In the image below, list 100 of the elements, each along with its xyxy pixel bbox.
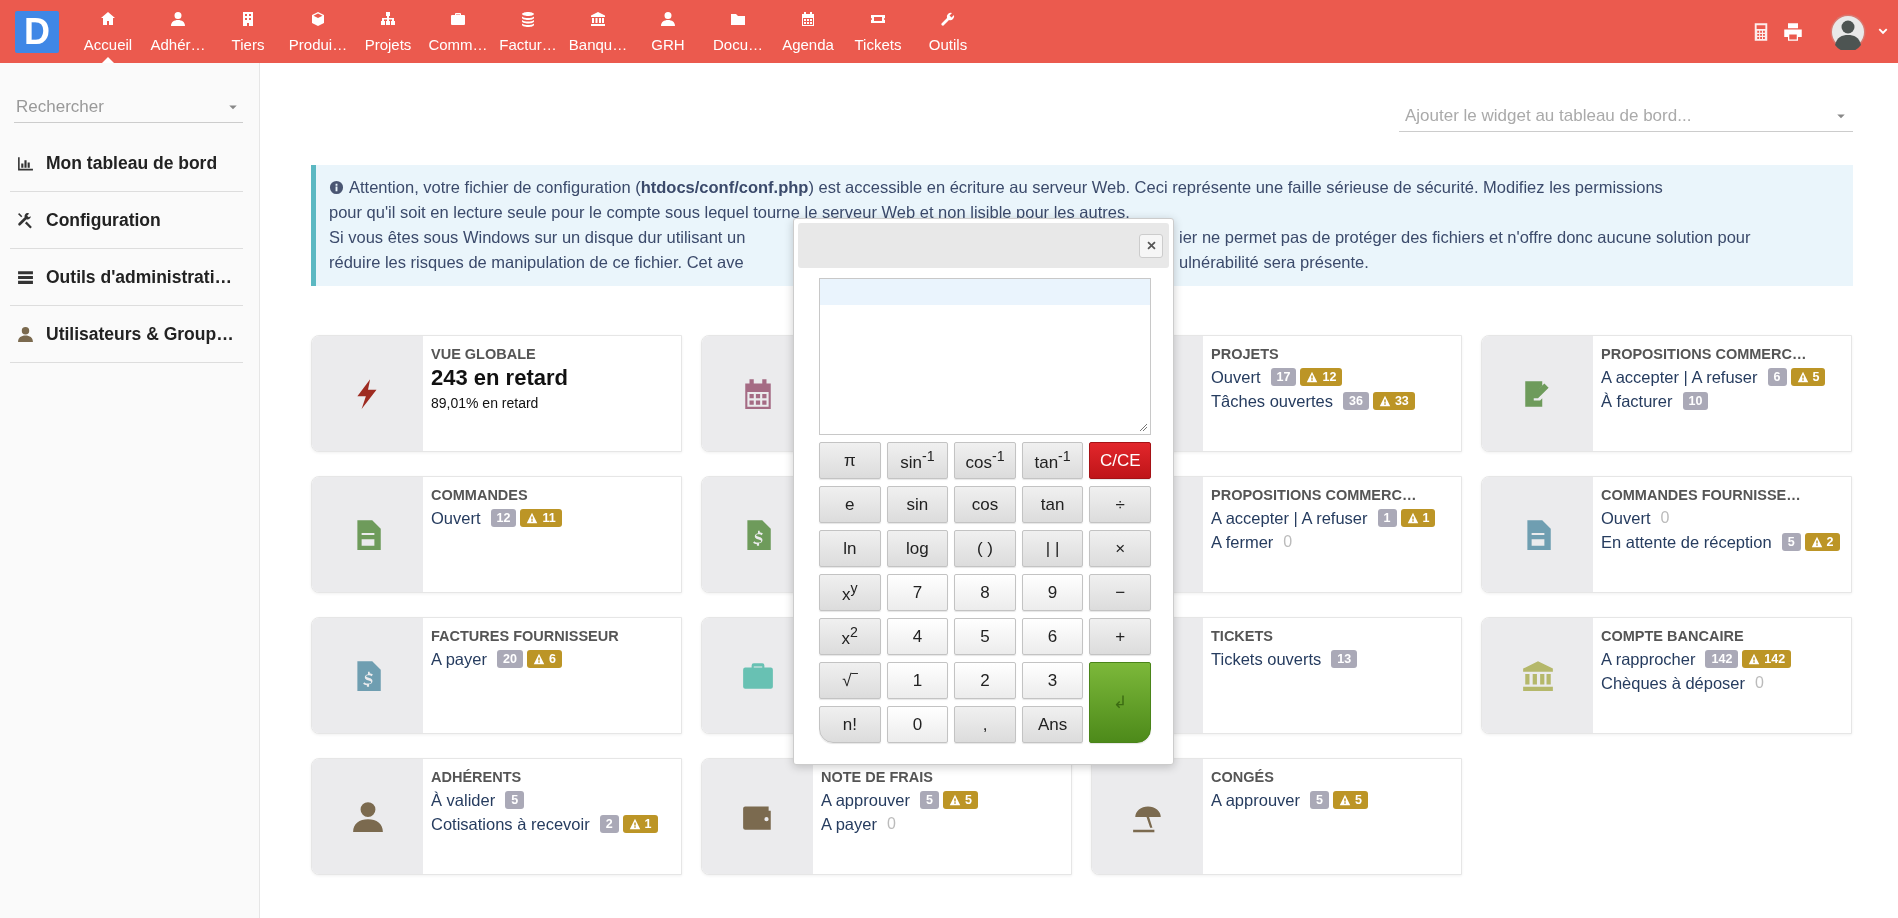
- card-link[interactable]: Tâches ouvertes: [1211, 391, 1333, 411]
- stat-subtext: 89,01% en retard: [431, 395, 539, 411]
- calculator-key[interactable]: 9: [1021, 574, 1084, 611]
- card-link[interactable]: A fermer: [1211, 532, 1274, 552]
- calculator-key[interactable]: −: [1089, 574, 1151, 611]
- sidebar-item[interactable]: Utilisateurs & Group…: [10, 306, 243, 363]
- count-badge: 13: [1331, 650, 1358, 668]
- logo[interactable]: D: [15, 10, 59, 53]
- stat-value[interactable]: 243 en retard: [431, 365, 568, 391]
- calculator-key[interactable]: 0: [886, 706, 949, 743]
- card-link[interactable]: A approuver: [821, 790, 910, 810]
- card-link[interactable]: Ouvert: [1601, 508, 1651, 528]
- sidebar-label: Utilisateurs & Group…: [46, 323, 234, 345]
- bar-chart-icon: [17, 154, 34, 172]
- card-link[interactable]: Cotisations à recevoir: [431, 814, 590, 834]
- calculator-key[interactable]: 6: [1021, 618, 1084, 655]
- warning-icon: [1796, 371, 1809, 383]
- sidebar-item[interactable]: Outils d'administrati…: [10, 249, 243, 306]
- calculator-key[interactable]: | |: [1021, 530, 1084, 567]
- calculator-key[interactable]: cos: [954, 486, 1016, 523]
- calculator-key[interactable]: 5: [954, 618, 1016, 655]
- calculator-key[interactable]: tan: [1021, 486, 1084, 523]
- warning-count: 33: [1394, 394, 1409, 408]
- sidebar-item[interactable]: Mon tableau de bord: [10, 135, 243, 192]
- user-icon: [350, 799, 385, 834]
- count-text: 0: [1660, 509, 1670, 527]
- card-title: PROPOSITIONS COMMERC…: [1601, 346, 1807, 362]
- sidebar-label: Configuration: [46, 209, 161, 231]
- calculator-key[interactable]: cos$^{-1}$: [954, 442, 1016, 479]
- count-badge: 142: [1705, 650, 1739, 668]
- calculator-key[interactable]: ×: [1089, 530, 1151, 567]
- calculator-key[interactable]: ÷: [1089, 486, 1151, 523]
- card-link[interactable]: Ouvert: [1211, 367, 1261, 387]
- card-link[interactable]: A accepter | A refuser: [1211, 508, 1368, 528]
- count-badge: 5: [920, 791, 939, 809]
- warning-icon: [628, 818, 641, 830]
- warning-count: 2: [1826, 535, 1834, 549]
- calculator-key[interactable]: C/CE: [1089, 442, 1151, 479]
- warning-count: 5: [964, 793, 972, 807]
- calculator-key[interactable]: tan$^{-1}$: [1021, 442, 1084, 479]
- warning-count: 12: [1322, 370, 1337, 384]
- calculator-key[interactable]: e: [819, 486, 881, 523]
- alert-text: réduire les risques de manipulation de ce fichier. Cet ave: [329, 253, 745, 272]
- calculator-key[interactable]: 2: [954, 662, 1016, 699]
- printer-icon[interactable]: [1783, 20, 1803, 43]
- count-badge: 5: [1781, 533, 1801, 551]
- avatar-icon[interactable]: [1830, 13, 1866, 50]
- card-link[interactable]: Ouvert: [431, 508, 481, 528]
- calculator-key[interactable]: +: [1089, 618, 1151, 655]
- card-link[interactable]: A payer: [431, 649, 487, 669]
- calculator-key[interactable]: 4: [886, 618, 949, 655]
- calculator-key[interactable]: ln: [819, 530, 881, 567]
- calculator-key[interactable]: 7: [886, 574, 949, 611]
- sidebar-item[interactable]: Configuration: [10, 192, 243, 249]
- count-badge: 12: [490, 509, 517, 527]
- warning-count: 6: [548, 652, 556, 666]
- count-badge: 36: [1343, 392, 1369, 410]
- calculator-key[interactable]: 8: [954, 574, 1016, 611]
- card-link[interactable]: À facturer: [1601, 391, 1673, 411]
- count-text: 0: [1283, 533, 1293, 551]
- card-link[interactable]: A payer: [821, 814, 877, 834]
- card-title: VUE GLOBALE: [431, 346, 536, 362]
- bank-icon: [590, 11, 606, 27]
- card-link[interactable]: A rapprocher: [1601, 649, 1696, 669]
- close-button[interactable]: [1139, 233, 1163, 258]
- calculator-key[interactable]: x$^{2}$: [819, 618, 881, 655]
- card-title: PROJETS: [1211, 346, 1279, 362]
- card-link[interactable]: A approuver: [1211, 790, 1300, 810]
- card-link[interactable]: À valider: [431, 790, 496, 810]
- calculator-key[interactable]: π: [819, 442, 881, 479]
- card-title: COMPTE BANCAIRE: [1601, 628, 1744, 644]
- warning-count: 5: [1354, 793, 1362, 807]
- card-title: ADHÉRENTS: [431, 769, 522, 785]
- card-link[interactable]: Tickets ouverts: [1211, 649, 1322, 669]
- calculator-key[interactable]: ( ): [954, 530, 1016, 567]
- calculator-key[interactable]: 1: [886, 662, 949, 699]
- count-badge: 20: [496, 650, 523, 668]
- display-field[interactable]: [819, 278, 1151, 435]
- warning-icon: [948, 794, 961, 806]
- card-link[interactable]: Chèques à déposer: [1601, 673, 1746, 693]
- calculator-key[interactable]: √‾: [819, 662, 881, 699]
- calculator-key[interactable]: ,: [954, 706, 1016, 743]
- calculator-key[interactable]: sin$^{-1}$: [886, 442, 949, 479]
- user-icon: [17, 325, 34, 343]
- calculator-key[interactable]: x$^{y}$: [819, 574, 881, 611]
- home-icon: [100, 11, 116, 27]
- card-title: COMMANDES FOURNISSE…: [1601, 487, 1801, 503]
- calculator-key[interactable]: Ans: [1021, 706, 1084, 743]
- count-badge: 6: [1767, 368, 1787, 386]
- warning-icon: [1306, 371, 1319, 383]
- calculator-key[interactable]: n!: [819, 706, 881, 743]
- calculator-key[interactable]: 3: [1021, 662, 1084, 699]
- card-link[interactable]: En attente de réception: [1601, 532, 1772, 552]
- user-icon: [660, 11, 676, 27]
- calculator-key[interactable]: sin: [886, 486, 949, 523]
- card-link[interactable]: A accepter | A refuser: [1601, 367, 1758, 387]
- calculator-key[interactable]: log: [886, 530, 949, 567]
- warning-icon: [1810, 536, 1823, 548]
- warning-count: 1: [1422, 511, 1430, 525]
- search-field[interactable]: Rechercher: [14, 91, 243, 123]
